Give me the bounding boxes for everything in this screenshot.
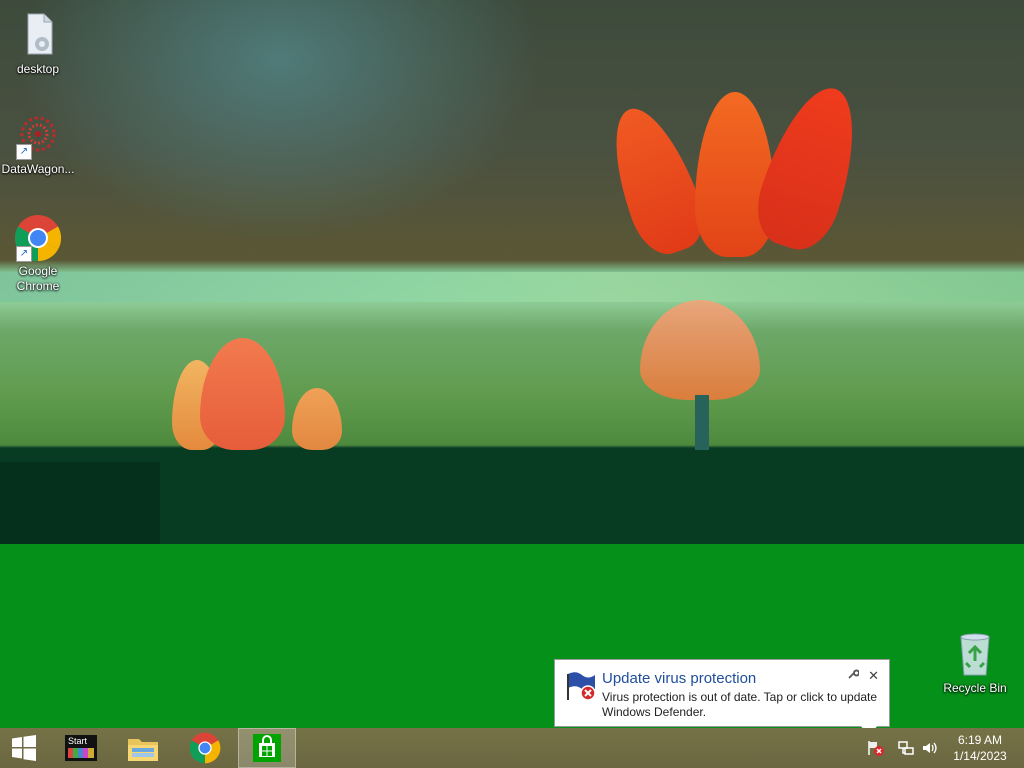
taskbar-app-start[interactable]: Start [52,728,110,768]
volume-icon [923,742,937,754]
chrome-icon: ↗ [14,214,62,262]
windows-start-button[interactable] [0,728,48,768]
desktop-icon-google-chrome[interactable]: ↗ Google Chrome [0,214,76,294]
start-app-label: Start [68,736,88,746]
tray-action-center[interactable] [866,728,886,768]
desktop-icon-label: Google Chrome [16,264,60,293]
tray-network[interactable] [896,728,916,768]
notification-options-icon[interactable] [847,668,860,683]
shortcut-arrow-icon: ↗ [16,246,32,262]
file-icon [14,12,62,60]
desktop-icon-recycle-bin[interactable]: Recycle Bin [937,631,1013,696]
tulip-petal [640,300,760,400]
notification-title: Update virus protection [602,670,757,687]
desktop-icon-label: DataWagon... [1,162,75,176]
desktop-icon-datawagon[interactable]: ↗ DataWagon... [0,112,76,177]
taskbar: Start 6:19 AM 1/14/2023 [0,728,1024,768]
start-menu-app-icon: Start [65,735,97,761]
desktop-icon-label: Recycle Bin [943,681,1007,695]
desktop-wallpaper [0,0,1024,728]
tray-clock[interactable]: 6:19 AM 1/14/2023 [948,732,1012,764]
desktop-icon-desktop[interactable]: desktop [0,12,76,77]
taskbar-app-file-explorer[interactable] [114,728,172,768]
clock-time: 6:19 AM [957,733,1003,747]
store-icon [253,734,281,762]
windows-start-icon [12,735,36,761]
recycle-bin-icon [951,631,999,679]
notification-close-button[interactable]: ✕ [868,668,879,684]
tray-volume[interactable] [920,728,940,768]
network-icon [898,741,914,755]
tulip-petal [292,388,342,450]
action-center-alert-icon [868,741,884,756]
shortcut-arrow-icon: ↗ [16,144,32,160]
datawagon-icon: ↗ [14,112,62,160]
taskbar-app-store[interactable] [238,728,296,768]
defender-flag-icon [565,670,597,702]
tulip-stem [695,395,709,450]
start-app-tiles [68,748,94,758]
notification-message: Virus protection is out of date. Tap or … [602,690,878,719]
file-explorer-icon [128,739,158,761]
desktop-icon-label: desktop [16,62,60,76]
defender-notification[interactable]: Update virus protection Virus protection… [554,659,890,738]
clock-date: 1/14/2023 [953,749,1007,763]
chrome-icon [189,732,221,764]
taskbar-app-google-chrome[interactable] [176,728,234,768]
tulip-petal [200,338,285,450]
wallpaper-band [0,272,1024,302]
